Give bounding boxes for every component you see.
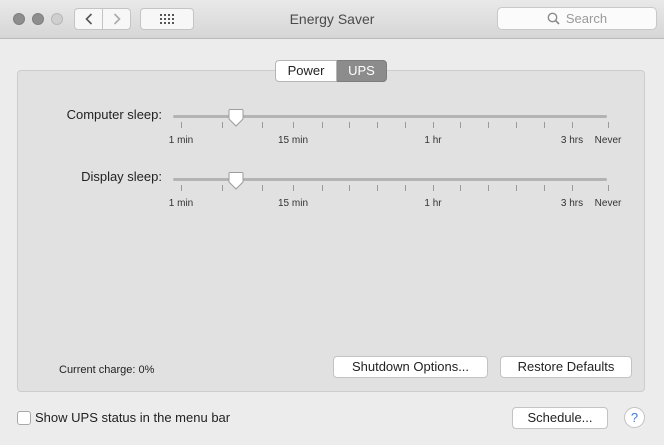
slider-tick: [608, 122, 609, 128]
slider-tick: [262, 122, 263, 128]
help-button[interactable]: ?: [624, 407, 645, 428]
slider-tick: [322, 185, 323, 191]
slider-tick: [377, 122, 378, 128]
slider-tick: [181, 185, 182, 191]
slider-tick: [322, 122, 323, 128]
computer-sleep-tick-label: 15 min: [277, 135, 309, 146]
slider-tick: [433, 185, 434, 191]
slider-tick: [460, 122, 461, 128]
slider-tick: [377, 185, 378, 191]
slider-tick: [222, 185, 223, 191]
display-sleep-tick-label: 3 hrs: [560, 198, 584, 209]
slider-tick: [460, 185, 461, 191]
computer-sleep-tick-label: 1 min: [168, 135, 194, 146]
computer-sleep-tick-label: 1 hr: [424, 135, 442, 146]
slider-tick: [572, 185, 573, 191]
tab-power[interactable]: Power: [275, 60, 337, 82]
slider-tick: [181, 122, 182, 128]
slider-tick: [572, 122, 573, 128]
computer-sleep-label: Computer sleep:: [66, 107, 162, 122]
tab-control: Power UPS: [275, 60, 387, 82]
slider-tick: [405, 122, 406, 128]
computer-sleep-tick-label: Never: [594, 135, 622, 146]
slider-tick: [544, 122, 545, 128]
slider-tick: [433, 122, 434, 128]
search-icon: [547, 12, 560, 25]
search-placeholder: Search: [565, 11, 608, 26]
slider-tick: [222, 122, 223, 128]
schedule-button[interactable]: Schedule...: [512, 407, 608, 429]
computer-sleep-tick-label: 3 hrs: [560, 135, 584, 146]
slider-tick: [488, 185, 489, 191]
display-sleep-tick-label: 1 hr: [424, 198, 442, 209]
display-sleep-slider-thumb[interactable]: [228, 172, 244, 190]
current-charge-text: Current charge: 0%: [59, 364, 155, 376]
search-input[interactable]: Search: [497, 7, 657, 30]
slider-tick: [608, 185, 609, 191]
title-bar: Energy Saver Search: [0, 0, 664, 39]
slider-tick: [293, 185, 294, 191]
slider-tick: [293, 122, 294, 128]
show-ups-status-label[interactable]: Show UPS status in the menu bar: [35, 410, 230, 425]
show-ups-status-checkbox[interactable]: [17, 411, 31, 425]
slider-tick: [516, 185, 517, 191]
display-sleep-label: Display sleep:: [81, 169, 162, 184]
slider-tick: [349, 185, 350, 191]
slider-tick: [516, 122, 517, 128]
display-sleep-tick-label: 15 min: [277, 198, 309, 209]
slider-tick: [262, 185, 263, 191]
restore-defaults-button[interactable]: Restore Defaults: [500, 356, 632, 378]
shutdown-options-button[interactable]: Shutdown Options...: [333, 356, 488, 378]
tab-ups[interactable]: UPS: [337, 60, 387, 82]
computer-sleep-slider-thumb[interactable]: [228, 109, 244, 127]
display-sleep-tick-label: 1 min: [168, 198, 194, 209]
slider-tick: [544, 185, 545, 191]
slider-tick: [405, 185, 406, 191]
slider-tick: [488, 122, 489, 128]
slider-tick: [349, 122, 350, 128]
display-sleep-tick-label: Never: [594, 198, 622, 209]
